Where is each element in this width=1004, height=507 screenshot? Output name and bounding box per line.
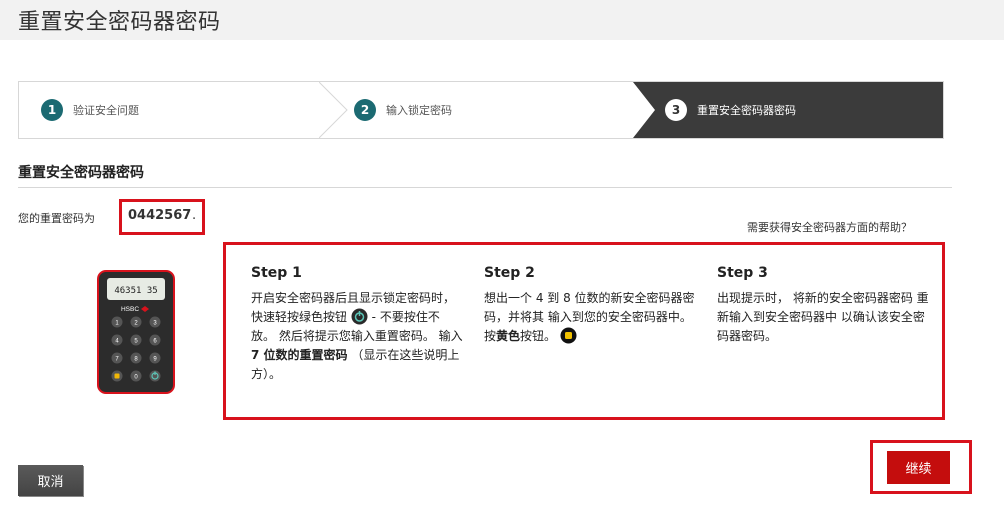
- instruction-step-2: Step 2 想出一个 4 到 8 位数的新安全密码器密码，并将其 输入到您的安…: [484, 265, 696, 346]
- step-2: 2 输入锁定密码: [354, 82, 452, 138]
- cancel-button[interactable]: 取消: [18, 465, 83, 496]
- section-divider: [18, 187, 952, 188]
- instruction-step-2-text: 想出一个 4 到 8 位数的新安全密码器密码，并将其 输入到您的安全密码器中。 …: [484, 291, 695, 344]
- section-title: 重置安全密码器密码: [18, 165, 144, 181]
- step-2-label: 输入锁定密码: [386, 104, 452, 117]
- step-2-number: 2: [354, 99, 376, 121]
- instruction-step-3-title: Step 3: [717, 265, 768, 281]
- continue-button[interactable]: 继续: [887, 451, 950, 484]
- step-separator-chevron: [319, 82, 348, 138]
- device-brand-text: HSBC: [121, 306, 139, 313]
- instructions-panel: Step 1 开启安全密码器后且显示锁定密码时，快速轻按绿色按钮 - 不要按住不…: [223, 242, 945, 420]
- instruction-step-1: Step 1 开启安全密码器后且显示锁定密码时，快速轻按绿色按钮 - 不要按住不…: [251, 265, 463, 384]
- step-3-label: 重置安全密码器密码: [697, 104, 796, 117]
- device-display-text: 46351 35: [114, 286, 157, 296]
- instruction-step-3-text: 出现提示时， 将新的安全密码器密码 重新输入到安全密码器中 以确认该安全密码器密…: [717, 291, 929, 343]
- green-button-icon: [351, 308, 368, 325]
- instruction-step-1-title: Step 1: [251, 265, 302, 281]
- reset-code-suffix: .: [192, 208, 197, 223]
- progress-stepper: 1 验证安全问题 2 输入锁定密码 3 重置安全密码器密码: [18, 81, 944, 139]
- security-device-image: 46351 35 HSBC 1 2 3 4 5 6 7 8 9 0: [97, 270, 175, 394]
- step-3-number: 3: [665, 99, 687, 121]
- step-1: 1 验证安全问题: [41, 82, 139, 138]
- page-header: 重置安全密码器密码: [0, 0, 1004, 40]
- instruction-step-3: Step 3 出现提示时， 将新的安全密码器密码 重新输入到安全密码器中 以确认…: [717, 265, 929, 346]
- yellow-button-icon: [560, 327, 577, 344]
- page-title: 重置安全密码器密码: [18, 10, 221, 35]
- step-1-label: 验证安全问题: [73, 104, 139, 117]
- yellow-key-icon: [114, 373, 120, 379]
- instruction-step-2-title: Step 2: [484, 265, 535, 281]
- instruction-step-1-text: 开启安全密码器后且显示锁定密码时，快速轻按绿色按钮 - 不要按住不放。 然后将提…: [251, 291, 463, 381]
- reset-code-label: 您的重置密码为: [18, 212, 95, 225]
- security-device-help-link[interactable]: 需要获得安全密码器方面的帮助？: [747, 219, 912, 235]
- step-3-active: 3 重置安全密码器密码: [665, 82, 796, 138]
- step-1-number: 1: [41, 99, 63, 121]
- reset-code-value: 0442567: [128, 208, 192, 223]
